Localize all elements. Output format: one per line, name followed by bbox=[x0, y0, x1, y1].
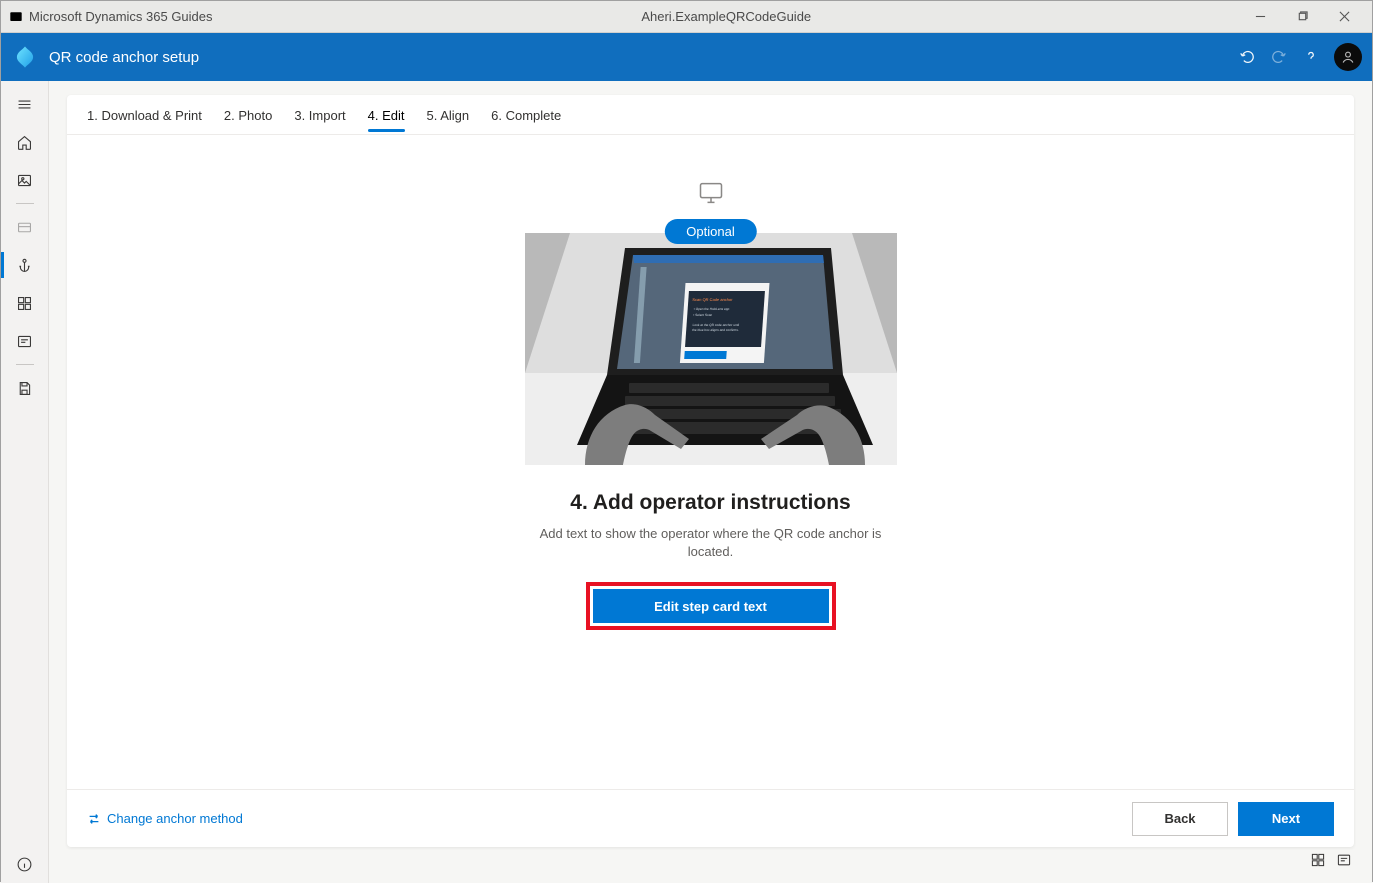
command-bar-title: QR code anchor setup bbox=[49, 49, 199, 66]
command-bar: QR code anchor setup bbox=[1, 33, 1372, 81]
nav-info-button[interactable] bbox=[1, 845, 49, 883]
wizard-tabs: 1. Download & Print 2. Photo 3. Import 4… bbox=[67, 95, 1354, 135]
help-button[interactable] bbox=[1302, 48, 1320, 66]
next-button[interactable]: Next bbox=[1238, 802, 1334, 836]
left-nav-rail bbox=[1, 81, 49, 883]
tab-align[interactable]: 5. Align bbox=[427, 108, 470, 131]
highlighted-region: Edit step card text bbox=[586, 582, 836, 630]
undo-button[interactable] bbox=[1238, 48, 1256, 66]
nav-stepcard-button[interactable] bbox=[1, 322, 49, 360]
step-title: 4. Add operator instructions bbox=[570, 491, 850, 515]
optional-badge: Optional bbox=[664, 219, 756, 244]
step-content: Optional bbox=[67, 135, 1354, 789]
back-button[interactable]: Back bbox=[1132, 802, 1228, 836]
change-anchor-method-label: Change anchor method bbox=[107, 811, 243, 826]
nav-home-button[interactable] bbox=[1, 123, 49, 161]
svg-text:the blue box aligns and confir: the blue box aligns and confirms. bbox=[692, 328, 739, 332]
window-titlebar: Microsoft Dynamics 365 Guides Aheri.Exam… bbox=[1, 1, 1372, 33]
svg-text:• Open the HoloLens app: • Open the HoloLens app bbox=[693, 307, 729, 311]
step-subtitle: Add text to show the operator where the … bbox=[531, 525, 891, 560]
monitor-icon bbox=[697, 179, 725, 207]
nav-hamburger-button[interactable] bbox=[1, 85, 49, 123]
tab-edit[interactable]: 4. Edit bbox=[368, 108, 405, 131]
app-name: Microsoft Dynamics 365 Guides bbox=[29, 9, 213, 24]
swap-icon bbox=[87, 812, 101, 826]
edit-step-card-button[interactable]: Edit step card text bbox=[593, 589, 829, 623]
wizard-card: 1. Download & Print 2. Photo 3. Import 4… bbox=[67, 95, 1354, 847]
svg-text:• Select Scan: • Select Scan bbox=[693, 313, 712, 317]
product-logo-icon bbox=[11, 43, 39, 71]
tab-import[interactable]: 3. Import bbox=[294, 108, 345, 131]
app-icon bbox=[9, 10, 23, 24]
nav-grid-button[interactable] bbox=[1, 284, 49, 322]
nav-save-button[interactable] bbox=[1, 369, 49, 407]
user-avatar-button[interactable] bbox=[1334, 43, 1362, 71]
svg-text:Look at the QR code anchor unt: Look at the QR code anchor until bbox=[692, 323, 739, 327]
document-name: Aheri.ExampleQRCodeGuide bbox=[213, 9, 1240, 24]
step-illustration: Scan QR Code anchor • Open the HoloLens … bbox=[525, 233, 897, 465]
tab-photo[interactable]: 2. Photo bbox=[224, 108, 272, 131]
window-restore-button[interactable] bbox=[1282, 2, 1322, 32]
window-minimize-button[interactable] bbox=[1240, 2, 1280, 32]
view-card-button[interactable] bbox=[1336, 852, 1352, 871]
nav-image-button[interactable] bbox=[1, 161, 49, 199]
change-anchor-method-link[interactable]: Change anchor method bbox=[87, 811, 243, 826]
page-footer bbox=[67, 847, 1354, 875]
tab-download[interactable]: 1. Download & Print bbox=[87, 108, 202, 131]
redo-button[interactable] bbox=[1270, 48, 1288, 66]
nav-anchor-button[interactable] bbox=[1, 246, 49, 284]
window-close-button[interactable] bbox=[1324, 2, 1364, 32]
svg-text:Scan QR Code anchor: Scan QR Code anchor bbox=[692, 297, 733, 302]
nav-card-button[interactable] bbox=[1, 208, 49, 246]
tab-complete[interactable]: 6. Complete bbox=[491, 108, 561, 131]
view-grid-button[interactable] bbox=[1310, 852, 1326, 871]
page-body: 1. Download & Print 2. Photo 3. Import 4… bbox=[49, 81, 1372, 883]
wizard-bottom-bar: Change anchor method Back Next bbox=[67, 789, 1354, 847]
